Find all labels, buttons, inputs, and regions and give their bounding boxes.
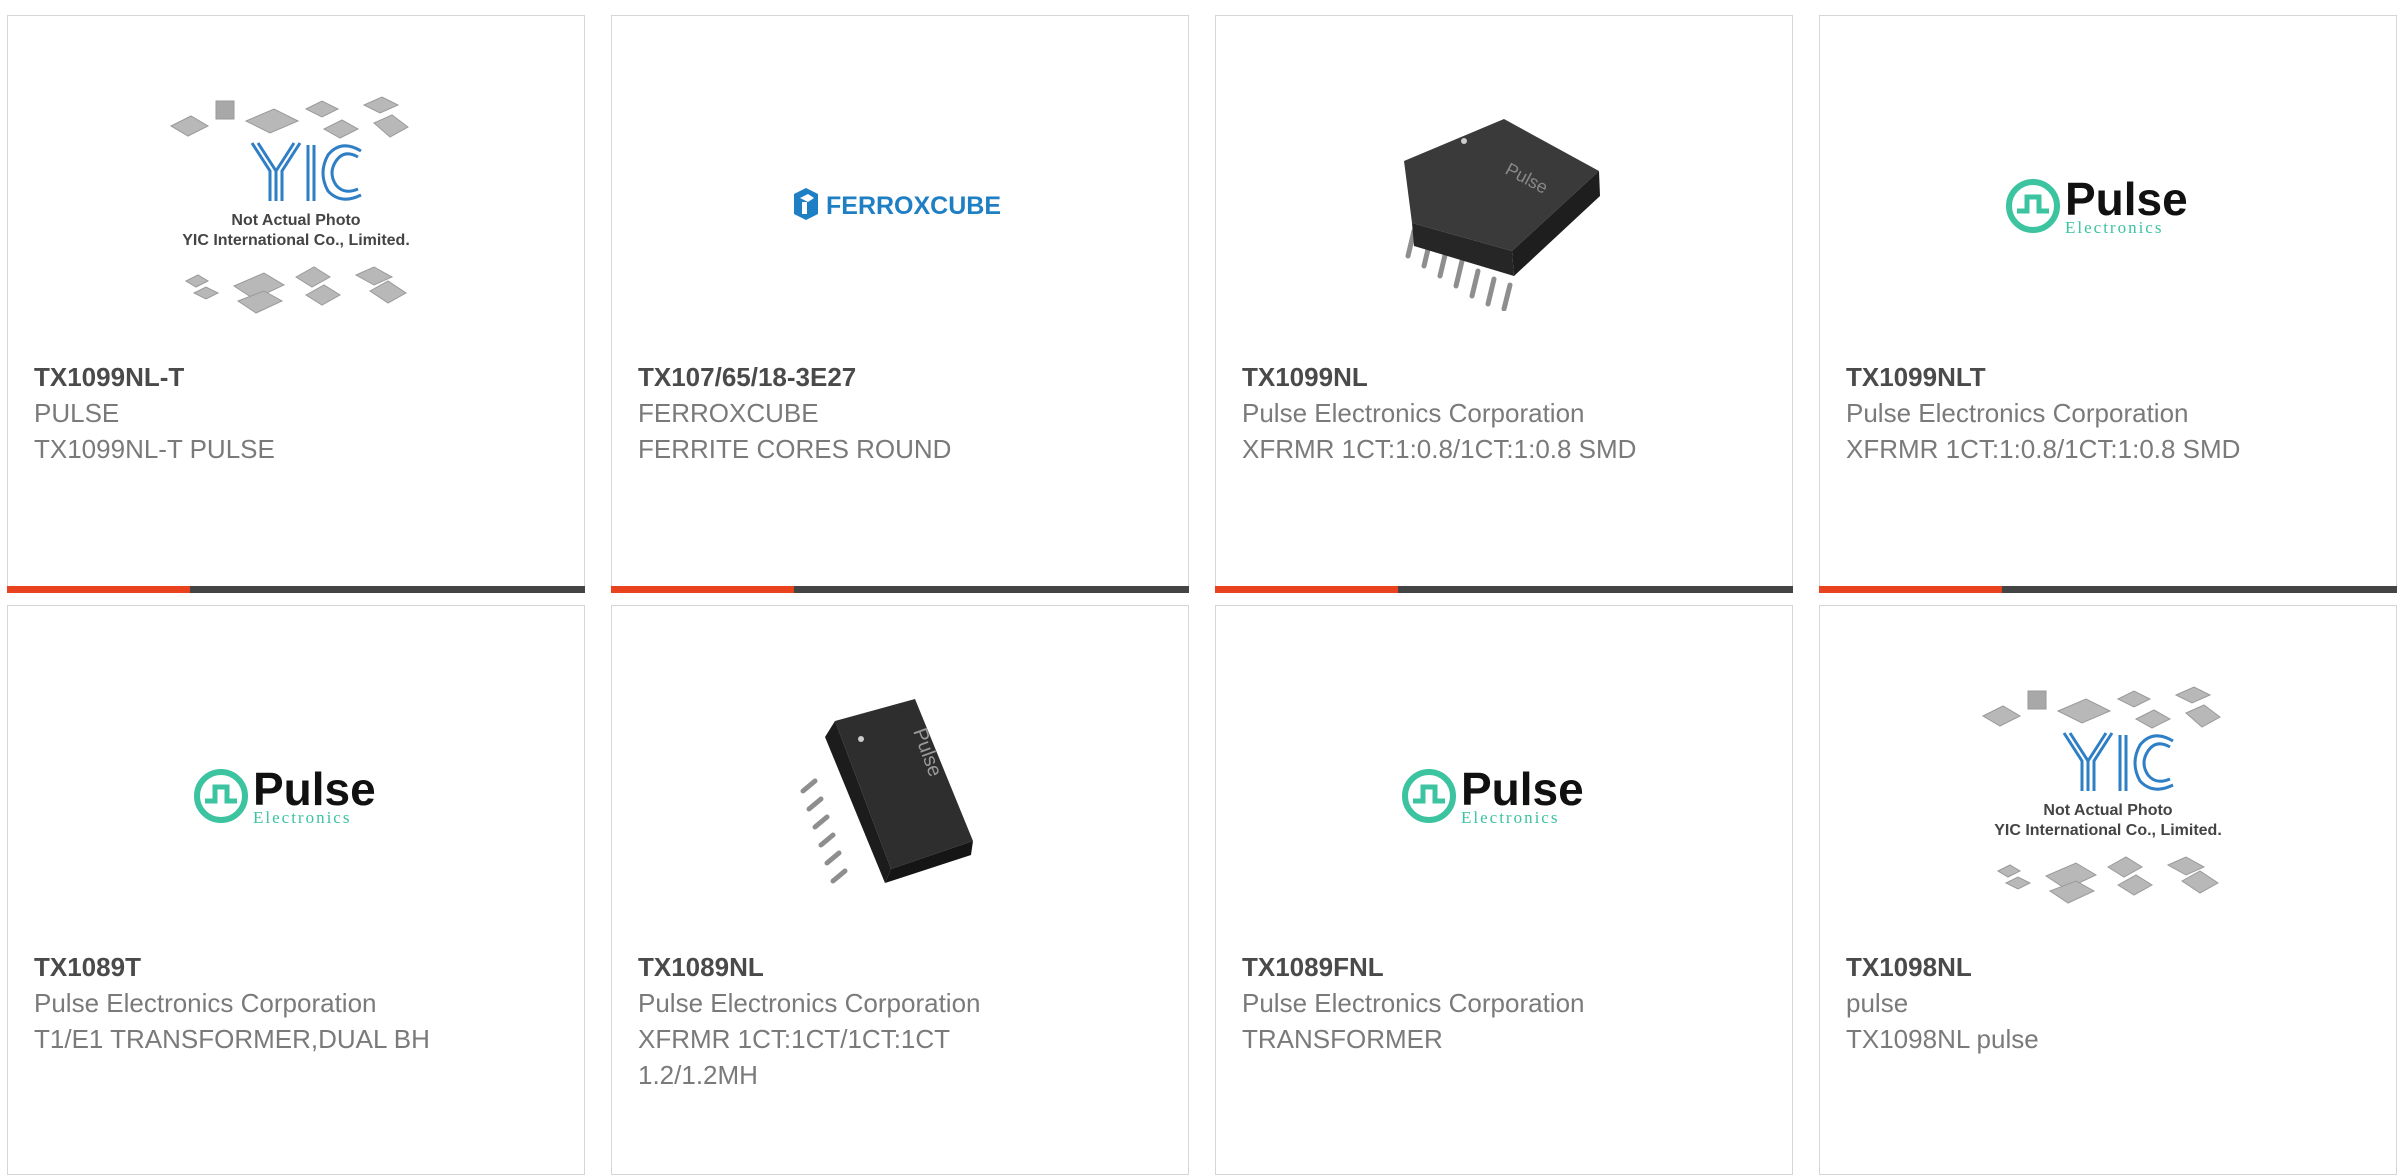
product-card[interactable]: Pulse TX1099NL Pulse Electronics Corpora… [1215,15,1793,593]
placeholder-caption-1: Not Actual Photo [2043,802,2172,819]
manufacturer: Pulse Electronics Corporation [1242,398,1585,428]
accent-bar [611,586,794,593]
part-number[interactable]: TX1089FNL [1242,949,1766,985]
yic-logo [2062,732,2174,791]
manufacturer: PULSE [34,398,120,428]
product-card[interactable]: Pulse Electronics TX1099NLT Pulse Electr… [1819,15,2397,593]
product-card[interactable]: Pulse Electronics TX1089FNL Pulse Electr… [1215,605,1793,1175]
yic-logo [250,142,362,201]
pulse-logo-icon [194,769,248,823]
card-footer-bar [7,586,585,593]
manufacturer: Pulse Electronics Corporation [1846,398,2189,428]
description: T1/E1 TRANSFORMER,DUAL BH [34,1024,430,1054]
pulse-logo-subtext: Electronics [2065,218,2163,237]
manufacturer: Pulse Electronics Corporation [638,988,981,1018]
accent-bar [1215,586,1398,593]
part-number[interactable]: TX1099NL-T [34,359,558,395]
card-footer-bar [611,586,1189,593]
description: FERRITE CORES ROUND [638,434,952,464]
part-number[interactable]: TX1089NL [638,949,1162,985]
transformer-photo: Pulse [800,699,973,884]
product-image-logo[interactable]: Pulse Electronics [8,646,584,946]
product-image-photo[interactable]: Pulse [1216,56,1792,356]
placeholder-caption-2: YIC International Co., Limited. [1994,822,2222,839]
product-image-photo[interactable]: Pulse [612,646,1188,946]
product-image-placeholder[interactable]: Not Actual Photo YIC International Co., … [8,56,584,356]
card-footer-bar [1819,586,2397,593]
manufacturer: FERROXCUBE [638,398,819,428]
part-number[interactable]: TX1099NLT [1846,359,2370,395]
pulse-logo-subtext: Electronics [1461,808,1559,827]
placeholder-caption-1: Not Actual Photo [231,212,360,229]
placeholder-caption-2: YIC International Co., Limited. [182,232,410,249]
manufacturer: Pulse Electronics Corporation [1242,988,1585,1018]
transformer-photo: Pulse [1404,119,1600,311]
chip-icon [1981,686,2221,729]
part-number[interactable]: TX1098NL [1846,949,2370,985]
description: XFRMR 1CT:1:0.8/1CT:1:0.8 SMD [1242,434,1637,464]
description: TX1098NL pulse [1846,1024,2039,1054]
ferroxcube-icon [794,188,818,220]
manufacturer: pulse [1846,988,1909,1018]
description: TRANSFORMER [1242,1024,1443,1054]
product-image-logo[interactable]: FERROXCUBE [612,56,1188,356]
card-footer-bar [1215,586,1793,593]
product-card[interactable]: Pulse Electronics TX1089T Pulse Electron… [7,605,585,1175]
pulse-logo-icon [1402,769,1456,823]
accent-bar [7,586,190,593]
ferroxcube-logo-text: FERROXCUBE [826,192,1001,220]
product-card[interactable]: Pulse TX1089NL Pulse Electronics Corpora… [611,605,1189,1175]
chip-icon [169,96,409,139]
product-image-logo[interactable]: Pulse Electronics [1820,56,2396,356]
part-number[interactable]: TX1099NL [1242,359,1766,395]
product-card[interactable]: Not Actual Photo YIC International Co., … [7,15,585,593]
description: TX1099NL-T PULSE [34,434,275,464]
manufacturer: Pulse Electronics Corporation [34,988,377,1018]
pulse-logo-icon [2006,179,2060,233]
product-image-placeholder[interactable]: Not Actual Photo YIC International Co., … [1820,646,2396,946]
description: XFRMR 1CT:1:0.8/1CT:1:0.8 SMD [1846,434,2241,464]
part-number[interactable]: TX107/65/18-3E27 [638,359,1162,395]
product-card[interactable]: Not Actual Photo YIC International Co., … [1819,605,2397,1175]
product-image-logo[interactable]: Pulse Electronics [1216,646,1792,946]
part-number[interactable]: TX1089T [34,949,558,985]
accent-bar [1819,586,2002,593]
description: XFRMR 1CT:1CT/1CT:1CT 1.2/1.2MH [638,1024,950,1090]
pulse-logo-subtext: Electronics [253,808,351,827]
product-grid: Not Actual Photo YIC International Co., … [0,0,2400,1175]
product-card[interactable]: FERROXCUBE TX107/65/18-3E27 FERROXCUBE F… [611,15,1189,593]
